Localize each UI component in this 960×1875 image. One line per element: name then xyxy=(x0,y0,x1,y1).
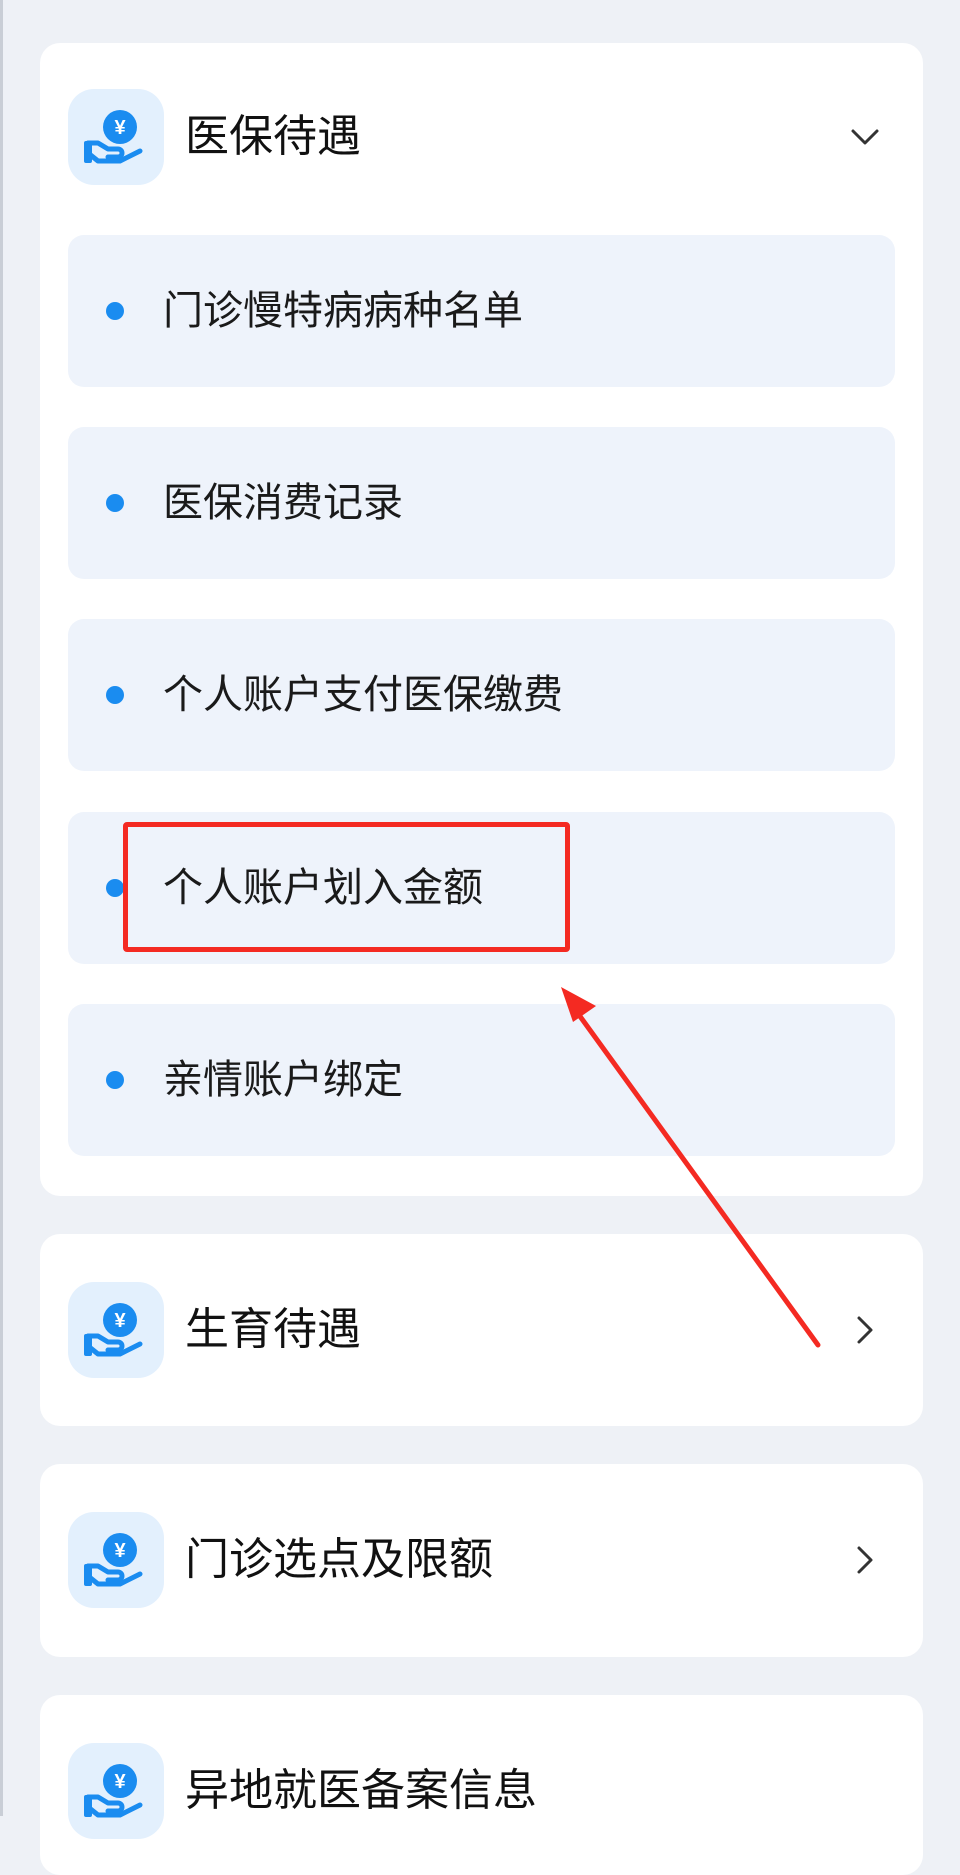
list-item[interactable]: 亲情账户绑定 xyxy=(68,1004,895,1156)
section-title: 生育待遇 xyxy=(185,1304,361,1355)
chevron-right-icon[interactable] xyxy=(843,1538,887,1582)
list-item-label: 个人账户支付医保缴费 xyxy=(163,672,563,718)
hand-coin-icon xyxy=(68,89,164,185)
bullet-dot xyxy=(106,879,124,897)
chevron-down-icon[interactable] xyxy=(843,115,887,159)
hand-coin-icon xyxy=(68,1512,164,1608)
section-header[interactable]: 门诊选点及限额 xyxy=(68,1512,895,1608)
section-card-remote-medical[interactable]: 异地就医备案信息 xyxy=(40,1695,923,1875)
section-title: 门诊选点及限额 xyxy=(185,1534,493,1585)
chevron-right-icon[interactable] xyxy=(843,1308,887,1352)
list-item-label: 亲情账户绑定 xyxy=(163,1057,403,1103)
section-card-maternity[interactable]: 生育待遇 xyxy=(40,1234,923,1426)
section-header[interactable]: 医保待遇 xyxy=(68,89,895,185)
list-item[interactable]: 个人账户支付医保缴费 xyxy=(68,619,895,771)
hand-coin-icon xyxy=(68,1282,164,1378)
bullet-dot xyxy=(106,1071,124,1089)
section-card-medical-benefits: 医保待遇 门诊慢特病病种名单 医保消费记录 个人账户支付医保缴费 个人账户划入金… xyxy=(40,43,923,1196)
list-item[interactable]: 医保消费记录 xyxy=(68,427,895,579)
bullet-dot xyxy=(106,494,124,512)
section-title: 医保待遇 xyxy=(185,111,361,162)
annotation-highlight-box xyxy=(123,822,570,952)
section-header[interactable]: 异地就医备案信息 xyxy=(68,1743,895,1839)
bullet-dot xyxy=(106,686,124,704)
bullet-dot xyxy=(106,302,124,320)
section-card-outpatient[interactable]: 门诊选点及限额 xyxy=(40,1464,923,1657)
section-title: 异地就医备案信息 xyxy=(185,1765,537,1816)
section-header[interactable]: 生育待遇 xyxy=(68,1282,895,1378)
hand-coin-icon xyxy=(68,1743,164,1839)
window-left-edge xyxy=(0,0,3,1816)
list-item-label: 医保消费记录 xyxy=(163,480,403,526)
list-item[interactable]: 门诊慢特病病种名单 xyxy=(68,235,895,387)
list-item-label: 门诊慢特病病种名单 xyxy=(163,288,523,334)
